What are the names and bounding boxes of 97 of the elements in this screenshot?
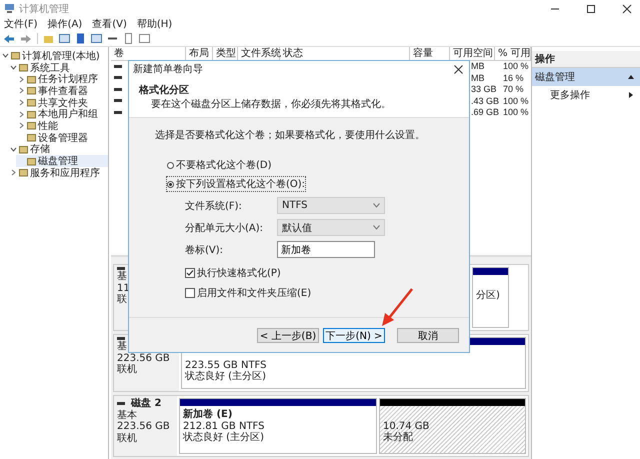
chevron-icon[interactable]: [10, 169, 17, 176]
dialog-button[interactable]: 取消: [397, 328, 459, 342]
action-item[interactable]: 磁盘管理: [532, 68, 640, 86]
partition-title: 新加卷 (E): [183, 409, 234, 420]
disk-info: 223.56 GB: [117, 352, 171, 364]
table-cell-text: 33 GB: [470, 84, 498, 96]
node-icon: [27, 121, 36, 130]
disk-name: 磁盘 2: [131, 398, 162, 410]
volume-label-field[interactable]: 新加卷: [277, 241, 375, 258]
node-icon: [27, 98, 36, 108]
partition-info: 10.74 GB: [383, 420, 430, 432]
disk-info: 联: [117, 294, 128, 306]
radio-option[interactable]: 按下列设置格式化这个卷(O):: [167, 177, 306, 191]
field-label: 分配单元大小(A):: [185, 222, 264, 234]
column-header[interactable]: % 可用: [495, 47, 531, 60]
node-icon: [19, 168, 28, 178]
node-icon: [27, 133, 36, 142]
table-cell-text: 100 %: [502, 96, 530, 107]
dialog-heading: 格式化分区: [139, 84, 190, 97]
back-icon[interactable]: [3, 34, 15, 44]
tree-item[interactable]: 存储: [8, 144, 108, 156]
tree-item[interactable]: 服务和应用程序: [8, 166, 108, 179]
collapse-icon: [628, 74, 634, 80]
node-icon: [27, 86, 36, 96]
node-icon: [11, 51, 20, 60]
checkmark-icon: [186, 269, 194, 277]
disk-info: 223.56 GB: [117, 421, 171, 432]
table-cell: .69 GB: [470, 107, 500, 118]
table-cell-text: MB: [470, 72, 486, 84]
tree-item[interactable]: 系统工具: [8, 62, 108, 74]
partition-info: 212.81 GB NTFS: [183, 420, 266, 432]
dialog-button[interactable]: < 上一步(B): [257, 328, 319, 342]
menu-item[interactable]: 查看(V): [92, 17, 127, 31]
tree-item[interactable]: 本地用户和组: [16, 108, 108, 120]
checkbox[interactable]: 执行快速格式化(P): [185, 266, 469, 280]
table-cell-text: 100 %: [502, 107, 530, 118]
tree-item[interactable]: 设备管理器: [16, 132, 108, 144]
disk-info: 基: [117, 271, 128, 282]
checkbox[interactable]: 启用文件和文件夹压缩(E): [185, 286, 469, 300]
partition-info: 223.55 GB NTFS: [185, 360, 268, 370]
tree-item[interactable]: 任务计划程序: [16, 73, 108, 86]
table-cell-text: MB: [470, 61, 486, 72]
node-icon: [27, 110, 36, 119]
instruction-text: 选择是否要格式化这个卷；如果要格式化，要使用什么设置。: [155, 128, 426, 142]
dropdown[interactable]: 默认值: [277, 219, 385, 236]
chevron-icon[interactable]: [10, 146, 17, 153]
annotation-arrow: [380, 287, 414, 327]
expand-icon: [628, 92, 634, 98]
disk-info: 11: [117, 282, 131, 294]
dialog-subheading: 要在这个磁盘分区上储存数据，你必须先将其格式化。: [150, 98, 392, 111]
window-title: 计算机管理: [19, 2, 69, 16]
disk-info: 基本: [117, 410, 138, 421]
app-icon: [4, 3, 15, 14]
close-icon[interactable]: [622, 4, 632, 14]
tree-item[interactable]: 磁盘管理: [16, 155, 108, 167]
node-icon: [27, 74, 36, 84]
partition-info: 分区): [476, 290, 501, 301]
table-cell-text: 100 %: [502, 61, 530, 72]
table-cell-text: 70 %: [502, 84, 525, 96]
partition[interactable]: 新加卷 (E) 212.81 GB NTFS 状态良好 (主分区): [179, 398, 377, 454]
chevron-icon: [373, 203, 380, 208]
maximize-icon[interactable]: [586, 4, 596, 14]
field-label: 卷标(V):: [185, 244, 224, 256]
unallocated-partition[interactable]: 10.74 GB 未分配: [379, 398, 526, 454]
tree-item[interactable]: 性能: [16, 120, 108, 132]
actions-header: 操作: [532, 51, 640, 68]
radio-option[interactable]: 不要格式化这个卷(D): [167, 158, 272, 172]
disk-info: 基: [117, 341, 128, 352]
node-icon: [27, 156, 36, 166]
node-icon: [19, 63, 28, 72]
close-icon[interactable]: [454, 64, 463, 74]
disk-info: 联机: [117, 364, 138, 376]
forward-icon[interactable]: [20, 34, 32, 44]
partition[interactable]: 分区): [472, 267, 509, 328]
partition-info: 未分配: [383, 432, 414, 444]
disk-info: 联机: [117, 432, 138, 444]
partition-info: 状态良好 (主分区): [183, 432, 265, 444]
tree-item[interactable]: 计算机管理(本地): [0, 50, 108, 62]
tree-item[interactable]: 共享文件夹: [16, 96, 108, 108]
document-icon[interactable]: [123, 33, 134, 44]
partition-info: 状态良好 (主分区): [185, 371, 267, 382]
table-cell: .43 GB: [470, 96, 500, 107]
dialog-button[interactable]: 下一步(N) >: [323, 328, 385, 342]
dialog-title: 新建简单卷向导: [133, 62, 203, 76]
panel-icon[interactable]: [59, 33, 70, 44]
window-icon[interactable]: [139, 33, 150, 44]
menu-item[interactable]: 文件(F): [4, 17, 38, 31]
dropdown[interactable]: NTFS: [277, 197, 385, 214]
node-icon: [19, 144, 28, 154]
panel-icon[interactable]: [91, 33, 102, 44]
menu-item[interactable]: 操作(A): [48, 17, 82, 31]
menu-item[interactable]: 帮助(H): [136, 17, 172, 31]
tree-item[interactable]: 事件查看器: [16, 85, 108, 97]
chevron-icon: [373, 225, 380, 230]
action-item[interactable]: 更多操作: [532, 86, 640, 104]
field-label: 文件系统(F):: [185, 200, 243, 212]
table-cell-text: 16 %: [502, 72, 525, 84]
